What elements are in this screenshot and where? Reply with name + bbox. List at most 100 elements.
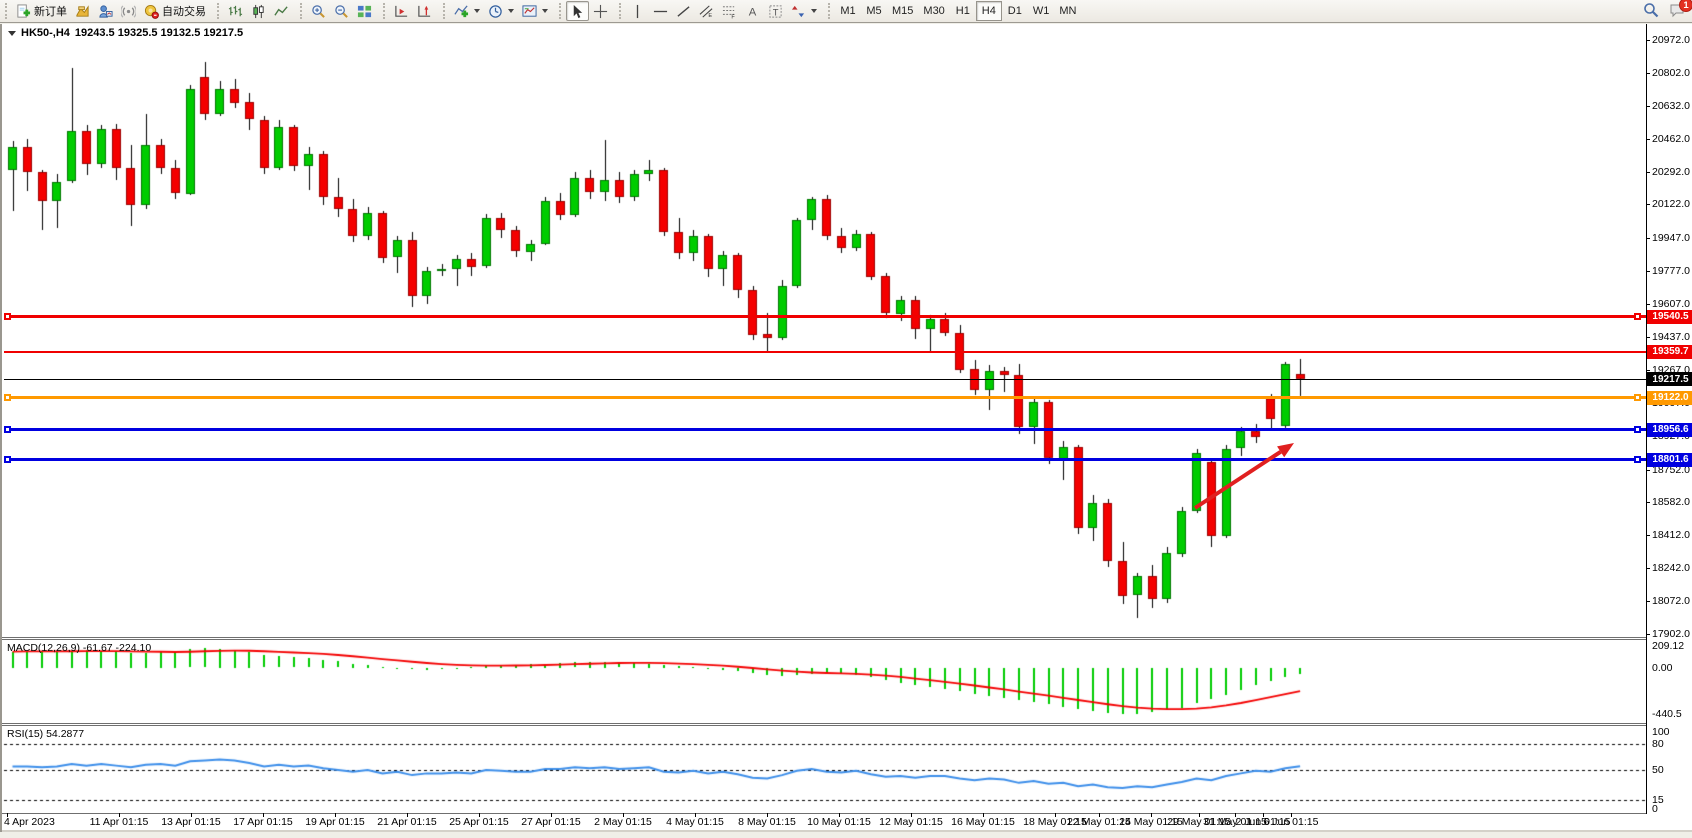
timeframe-button-m5[interactable]: M5 — [861, 1, 887, 21]
candlestick-chart-button[interactable] — [247, 1, 270, 21]
search-button[interactable] — [1643, 2, 1659, 21]
timeframe-button-h1[interactable]: H1 — [950, 1, 976, 21]
horizontal-level-line-19122.0[interactable] — [4, 396, 1646, 399]
horizontal-level-line-19359.7[interactable] — [4, 351, 1646, 353]
time-tick-label: 16 May 01:15 — [951, 816, 1015, 828]
line-chart-icon — [274, 4, 289, 19]
level-drag-handle[interactable] — [4, 426, 11, 433]
chart-dropdown-icon[interactable] — [8, 31, 16, 36]
price-tick-mark — [1646, 337, 1650, 338]
rsi-tick-label: 100 — [1652, 726, 1670, 738]
toolbar-group-timeframes: M1M5M15M30H1H4D1W1MN — [823, 0, 1083, 22]
text-icon: A — [745, 4, 760, 19]
level-drag-handle[interactable] — [1634, 456, 1641, 463]
text-button[interactable]: A — [741, 1, 764, 21]
toolbar-group-trade: 新订单 自动交易 — [0, 0, 212, 22]
zoom-in-button[interactable] — [307, 1, 330, 21]
strategy-tester-button[interactable] — [94, 1, 117, 21]
price-level-badge: 19540.5 — [1647, 310, 1692, 324]
channel-button[interactable]: E — [695, 1, 718, 21]
price-tick-mark — [1646, 238, 1650, 239]
horizontal-level-line-19540.5[interactable] — [4, 315, 1646, 318]
level-drag-handle[interactable] — [1634, 394, 1641, 401]
periods-button[interactable] — [484, 1, 518, 21]
chart-shift-button[interactable] — [413, 1, 436, 21]
crosshair-button[interactable] — [589, 1, 612, 21]
svg-text:F: F — [731, 14, 735, 18]
horizontal-line-button[interactable] — [649, 1, 672, 21]
timeframe-button-m30[interactable]: M30 — [918, 1, 949, 21]
zoom-in-icon — [311, 4, 326, 19]
svg-text:T: T — [773, 7, 779, 17]
time-tick-label: 4 Apr 2023 — [4, 816, 55, 828]
price-tick-mark — [1646, 370, 1650, 371]
price-axis-line — [1646, 24, 1647, 814]
price-tick-label: 20632.0 — [1652, 100, 1690, 112]
panel-separator[interactable] — [2, 723, 1646, 724]
level-drag-handle[interactable] — [1634, 313, 1641, 320]
time-tick-label: 17 Apr 01:15 — [233, 816, 293, 828]
text-label-button[interactable]: T — [764, 1, 787, 21]
vertical-line-button[interactable] — [626, 1, 649, 21]
price-tick-mark — [1646, 634, 1650, 635]
price-tick-mark — [1646, 601, 1650, 602]
timeframe-button-mn[interactable]: MN — [1054, 1, 1081, 21]
line-chart-button[interactable] — [270, 1, 293, 21]
horizontal-level-line-19217.5[interactable] — [4, 379, 1646, 380]
time-tick-label: 2 May 01:15 — [594, 816, 652, 828]
level-drag-handle[interactable] — [4, 456, 11, 463]
arrows-dropdown-caret — [811, 9, 817, 13]
auto-trading-label: 自动交易 — [162, 3, 206, 19]
chart-window: HK50-,H4 19243.5 19325.5 19132.5 19217.5… — [0, 24, 1692, 832]
cursor-button[interactable] — [566, 1, 589, 21]
tile-windows-button[interactable] — [353, 1, 376, 21]
trendline-button[interactable] — [672, 1, 695, 21]
indicators-dropdown-caret — [474, 9, 480, 13]
toolbar-grip — [443, 3, 447, 19]
timeframe-button-h4[interactable]: H4 — [976, 1, 1002, 21]
zoom-out-button[interactable] — [330, 1, 353, 21]
timeframe-button-d1[interactable]: D1 — [1002, 1, 1028, 21]
timeframe-button-m1[interactable]: M1 — [835, 1, 861, 21]
horizontal-level-line-18956.6[interactable] — [4, 428, 1646, 431]
new-order-label: 新订单 — [34, 3, 67, 19]
toolbar-grip — [559, 3, 563, 19]
tile-windows-icon — [357, 4, 372, 19]
cursor-icon — [570, 4, 585, 19]
arrows-button[interactable] — [787, 1, 821, 21]
timeframe-button-m15[interactable]: M15 — [887, 1, 918, 21]
notification-badge: 1 — [1679, 0, 1692, 12]
horizontal-level-line-18801.6[interactable] — [4, 458, 1646, 461]
vertical-line-icon — [630, 4, 645, 19]
templates-dropdown-caret — [542, 9, 548, 13]
rsi-tick-label: 80 — [1652, 738, 1664, 750]
panel-separator[interactable] — [2, 639, 1646, 640]
panel-separator[interactable] — [2, 725, 1646, 726]
bar-chart-button[interactable] — [224, 1, 247, 21]
new-order-button[interactable]: 新订单 — [12, 1, 71, 21]
level-drag-handle[interactable] — [4, 313, 11, 320]
rsi-tick-label: 50 — [1652, 764, 1664, 776]
fibonacci-button[interactable]: F — [718, 1, 741, 21]
auto-trading-button[interactable]: 自动交易 — [140, 1, 210, 21]
signals-button[interactable] — [117, 1, 140, 21]
macd-tick-label: -440.5 — [1652, 708, 1682, 720]
market-watch-button[interactable] — [71, 1, 94, 21]
price-tick-mark — [1646, 172, 1650, 173]
timeframe-button-w1[interactable]: W1 — [1028, 1, 1055, 21]
time-axis-line — [2, 813, 1646, 814]
templates-button[interactable] — [518, 1, 552, 21]
time-tick-label: 6 Jun 01:15 — [1264, 816, 1319, 828]
level-drag-handle[interactable] — [1634, 426, 1641, 433]
price-tick-label: 18582.0 — [1652, 496, 1690, 508]
chat-button[interactable]: 1 — [1669, 2, 1686, 21]
toolbar-grip — [383, 3, 387, 19]
price-tick-mark — [1646, 568, 1650, 569]
crosshair-icon — [593, 4, 608, 19]
auto-scroll-button[interactable] — [390, 1, 413, 21]
chart-title: HK50-,H4 19243.5 19325.5 19132.5 19217.5 — [8, 27, 243, 39]
indicators-button[interactable] — [450, 1, 484, 21]
toolbar-group-tools — [438, 0, 554, 22]
panel-separator[interactable] — [2, 637, 1646, 638]
level-drag-handle[interactable] — [4, 394, 11, 401]
